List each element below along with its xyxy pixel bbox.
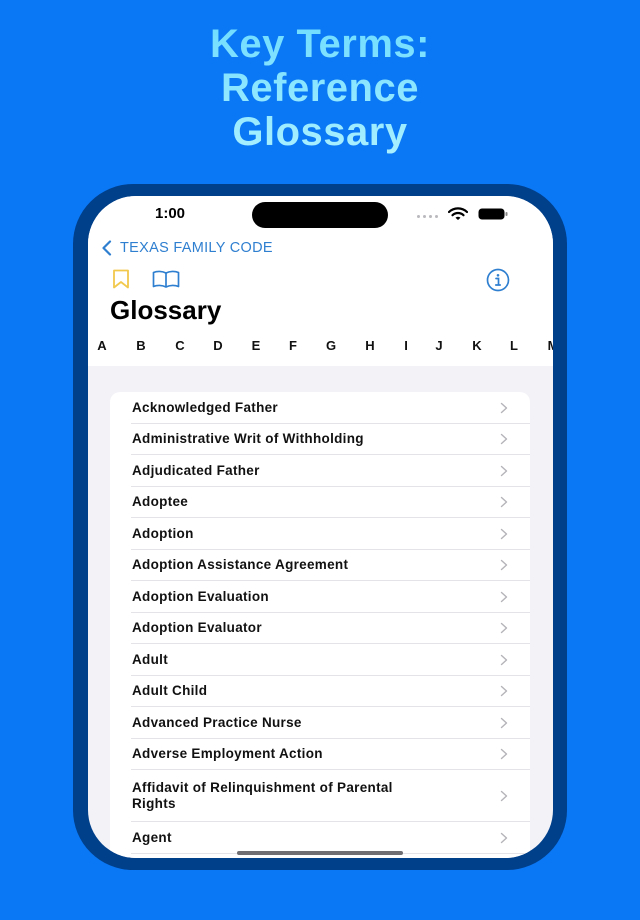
chevron-right-icon	[500, 528, 508, 539]
chevron-right-icon	[500, 623, 508, 634]
term-label: Adoption Evaluation	[132, 588, 269, 604]
back-button[interactable]: TEXAS FAMILY CODE	[101, 238, 273, 258]
alpha-index-c[interactable]: C	[170, 338, 190, 353]
alpha-index-i[interactable]: I	[396, 338, 416, 353]
cellular-dots-icon	[417, 215, 439, 218]
term-label: Adoptee	[132, 494, 189, 510]
promo-title-line-2: Reference	[221, 66, 419, 110]
chevron-right-icon	[500, 465, 508, 476]
glossary-row[interactable]: Adjudicated Father	[110, 455, 530, 487]
header-area: 1:00 TEXAS FAMILY CODE Glossary A B C D …	[88, 196, 553, 366]
chevron-right-icon	[500, 717, 508, 728]
phone-screen: 1:00 TEXAS FAMILY CODE Glossary A B C D …	[88, 196, 553, 858]
glossary-row[interactable]: Affidavit of Relinquishment of Parental …	[110, 770, 530, 822]
term-label: Adult	[132, 651, 168, 667]
promo-title: Key Terms: Reference Glossary	[0, 22, 640, 154]
dynamic-island	[252, 202, 388, 228]
term-label: Adoption Assistance Agreement	[132, 557, 349, 573]
chevron-right-icon	[500, 654, 508, 665]
glossary-row[interactable]: Advanced Practice Nurse	[110, 707, 530, 739]
chevron-right-icon	[500, 832, 508, 843]
glossary-row[interactable]: Agent	[110, 822, 530, 854]
alpha-index-f[interactable]: F	[283, 338, 303, 353]
glossary-row[interactable]: Adult	[110, 644, 530, 676]
glossary-row[interactable]: Adoptee	[110, 487, 530, 519]
alpha-index-l[interactable]: L	[504, 338, 524, 353]
glossary-row[interactable]: Adoption Evaluation	[110, 581, 530, 613]
alpha-index-b[interactable]: B	[131, 338, 151, 353]
term-label: Adult Child	[132, 683, 208, 699]
chevron-right-icon	[500, 402, 508, 413]
alpha-index-m[interactable]: M	[543, 338, 553, 353]
chevron-right-icon	[500, 749, 508, 760]
chevron-right-icon	[500, 686, 508, 697]
alpha-index-g[interactable]: G	[321, 338, 341, 353]
chevron-left-icon	[102, 240, 112, 256]
glossary-list: Acknowledged Father Administrative Writ …	[110, 392, 530, 858]
status-time: 1:00	[155, 205, 186, 222]
alpha-index-j[interactable]: J	[429, 338, 449, 353]
promo-title-line-3: Glossary	[232, 110, 408, 154]
glossary-row[interactable]: Acknowledged Father	[110, 392, 530, 424]
alpha-index-h[interactable]: H	[360, 338, 380, 353]
alpha-index-k[interactable]: K	[467, 338, 487, 353]
glossary-row[interactable]: Adoption Assistance Agreement	[110, 550, 530, 582]
chevron-right-icon	[500, 434, 508, 445]
chevron-right-icon	[500, 560, 508, 571]
term-label: Agent	[132, 829, 172, 845]
promo-title-line-1: Key Terms:	[210, 22, 430, 66]
term-label: Advanced Practice Nurse	[132, 714, 302, 730]
info-circle-icon[interactable]	[486, 268, 510, 292]
wifi-icon	[448, 207, 468, 220]
chevron-right-icon	[500, 591, 508, 602]
glossary-row[interactable]: Adult Child	[110, 676, 530, 708]
bookmark-icon[interactable]	[112, 269, 130, 289]
alpha-index-a[interactable]: A	[92, 338, 112, 353]
glossary-row[interactable]: Administrative Writ of Withholding	[110, 424, 530, 456]
chevron-right-icon	[500, 790, 508, 802]
term-label: Adoption Evaluator	[132, 620, 262, 636]
alphabet-index: A B C D E F G H I J K L M	[88, 338, 553, 358]
term-label: Adoption	[132, 525, 194, 541]
term-label: Affidavit of Relinquishment of Parental …	[132, 780, 393, 811]
term-label: Acknowledged Father	[132, 399, 278, 415]
term-label: Adverse Employment Action	[132, 746, 323, 762]
home-indicator[interactable]	[237, 851, 403, 855]
page-title: Glossary	[110, 295, 222, 325]
chevron-right-icon	[500, 497, 508, 508]
term-label: Adjudicated Father	[132, 462, 260, 478]
battery-icon	[478, 208, 508, 220]
back-button-label: TEXAS FAMILY CODE	[120, 240, 273, 256]
glossary-row[interactable]: Adoption	[110, 518, 530, 550]
alpha-index-e[interactable]: E	[246, 338, 266, 353]
glossary-row[interactable]: Adoption Evaluator	[110, 613, 530, 645]
term-label: Administrative Writ of Withholding	[132, 431, 364, 447]
alpha-index-d[interactable]: D	[208, 338, 228, 353]
book-open-icon[interactable]	[152, 270, 180, 288]
glossary-row[interactable]: Adverse Employment Action	[110, 739, 530, 771]
